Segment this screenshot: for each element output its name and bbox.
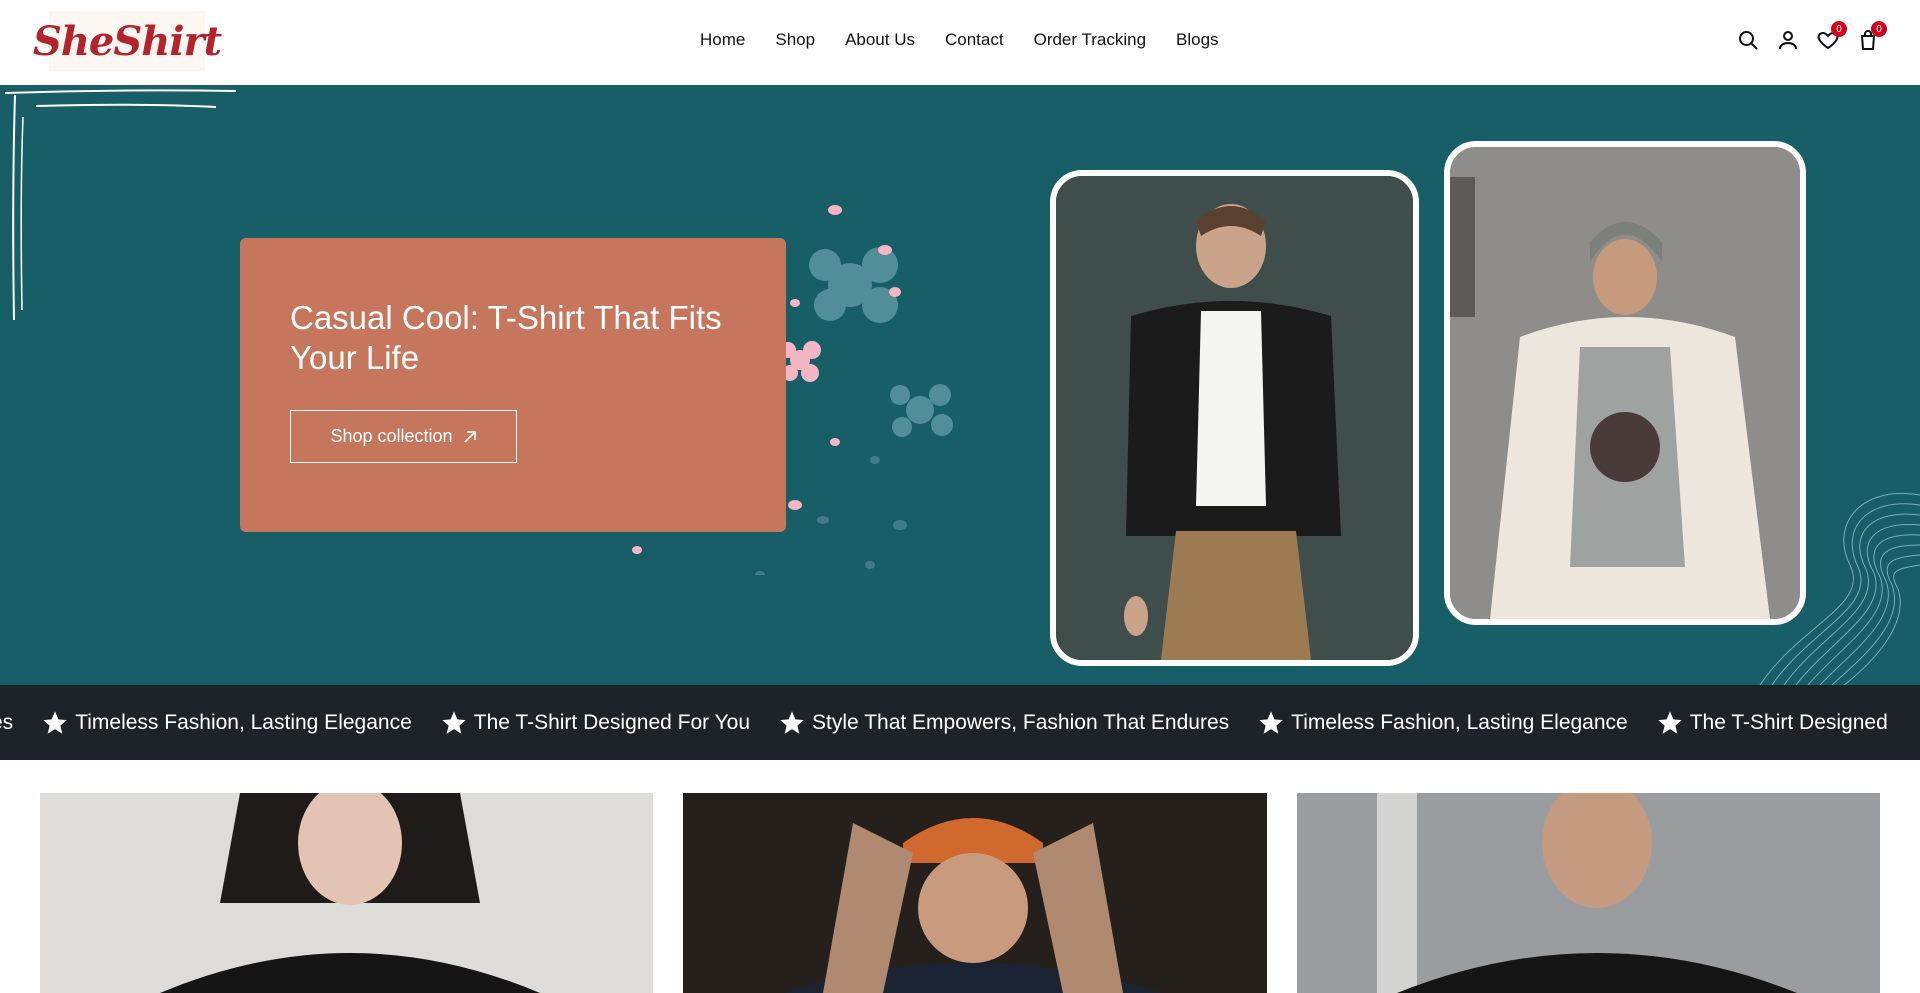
marquee-text: The T-Shirt Designed For You	[473, 710, 751, 734]
star-icon	[780, 710, 804, 734]
marquee-text: Timeless Fashion, Lasting Elegance	[75, 710, 412, 734]
marquee-text: res	[0, 710, 14, 734]
marquee-text: Style That Empowers, Fashion That Endure…	[812, 710, 1230, 734]
nav-home[interactable]: Home	[700, 30, 745, 50]
hero-card: Casual Cool: T-Shirt That Fits Your Life…	[240, 238, 786, 532]
collection-image-man-beanie[interactable]	[683, 793, 1267, 993]
marquee-track: res Timeless Fashion, Lasting Elegance T…	[0, 685, 1888, 760]
cart-count-badge: 0	[1871, 21, 1887, 37]
collection-image-man-tattoo[interactable]	[1297, 793, 1880, 993]
sketch-decoration	[4, 89, 237, 321]
main-nav: Home Shop About Us Contact Order Trackin…	[700, 30, 1219, 50]
arrow-up-right-icon	[463, 430, 476, 443]
hero-title: Casual Cool: T-Shirt That Fits Your Life	[290, 299, 722, 376]
collection-row	[0, 760, 1920, 993]
marquee-item: The T-Shirt Designed For You	[440, 709, 750, 737]
user-icon[interactable]	[1776, 28, 1800, 52]
marquee-item: res	[0, 711, 13, 735]
search-icon[interactable]	[1736, 28, 1760, 52]
wishlist-count-badge: 0	[1831, 21, 1847, 37]
marquee-strip: res Timeless Fashion, Lasting Elegance T…	[0, 685, 1920, 760]
logo[interactable]: SheShirt	[33, 11, 222, 71]
marquee-item: Timeless Fashion, Lasting Elegance	[1257, 709, 1628, 737]
nav-blogs[interactable]: Blogs	[1176, 30, 1219, 50]
nav-order-tracking[interactable]: Order Tracking	[1034, 30, 1146, 50]
hero-photo-woman	[1444, 141, 1806, 625]
star-icon	[442, 710, 466, 734]
shop-collection-button[interactable]: Shop collection	[290, 410, 517, 463]
header-icons: 0 0	[1736, 21, 1887, 52]
collection-image-woman[interactable]	[40, 793, 653, 993]
site-header: SheShirt Home Shop About Us Contact Orde…	[0, 0, 1920, 85]
marquee-text: The T-Shirt Designed	[1689, 710, 1888, 734]
nav-contact[interactable]: Contact	[945, 30, 1004, 50]
logo-text: SheShirt	[32, 17, 222, 65]
nav-about-us[interactable]: About Us	[845, 30, 915, 50]
heart-icon[interactable]: 0	[1816, 21, 1847, 52]
marquee-item: The T-Shirt Designed	[1656, 709, 1888, 737]
marquee-text: Timeless Fashion, Lasting Elegance	[1291, 710, 1628, 734]
marquee-item: Style That Empowers, Fashion That Endure…	[778, 709, 1229, 737]
shop-collection-label: Shop collection	[330, 426, 453, 446]
star-icon	[1658, 710, 1682, 734]
cart-icon[interactable]: 0	[1856, 21, 1887, 52]
hero-banner: Casual Cool: T-Shirt That Fits Your Life…	[0, 85, 1920, 685]
marquee-item: Timeless Fashion, Lasting Elegance	[41, 709, 412, 737]
star-icon	[43, 710, 67, 734]
star-icon	[1259, 710, 1283, 734]
hero-photo-man	[1050, 170, 1419, 666]
nav-shop[interactable]: Shop	[775, 30, 815, 50]
